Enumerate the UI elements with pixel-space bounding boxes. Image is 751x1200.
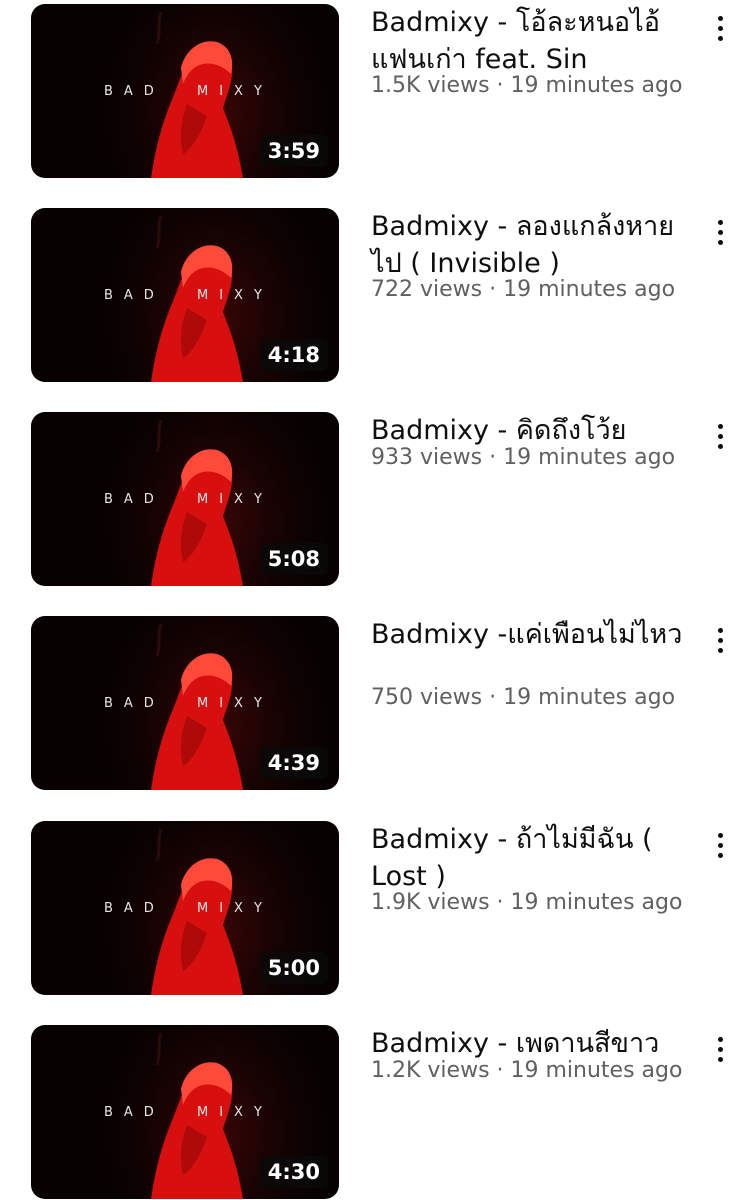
upload-age: 19 minutes ago — [503, 277, 676, 302]
meta-separator: · — [482, 685, 504, 710]
thumbnail-brand: BAD MIXY — [31, 1105, 339, 1125]
more-vert-icon[interactable] — [708, 218, 732, 248]
video-row[interactable]: BAD MIXY 4:39 Badmixy -แค่เพือนไม่ไหว 75… — [0, 616, 751, 791]
view-count: 1.5K views — [371, 73, 490, 98]
view-count: 933 views — [371, 445, 483, 470]
brand-left-text: BAD — [104, 696, 165, 711]
thumbnail-brand: BAD MIXY — [31, 901, 339, 921]
meta-separator: · — [482, 445, 504, 470]
brand-right-text: MIXY — [197, 84, 273, 99]
more-vert-icon[interactable] — [708, 14, 732, 44]
video-meta: 1.9K views · 19 minutes ago — [371, 889, 711, 917]
more-vert-icon[interactable] — [708, 626, 732, 656]
meta-separator: · — [489, 890, 511, 915]
brand-left-text: BAD — [104, 901, 165, 916]
thumbnail-brand: BAD MIXY — [31, 492, 339, 512]
video-meta: 1.5K views · 19 minutes ago — [371, 72, 711, 100]
thumbnail-brand: BAD MIXY — [31, 696, 339, 716]
video-row[interactable]: BAD MIXY 5:08 Badmixy - คิดถึงโว้ย 933 v… — [0, 412, 751, 587]
video-row[interactable]: BAD MIXY 3:59 Badmixy - โอ้ละหนอไอ้แฟนเก… — [0, 4, 751, 179]
video-list: BAD MIXY 3:59 Badmixy - โอ้ละหนอไอ้แฟนเก… — [0, 0, 751, 1200]
upload-age: 19 minutes ago — [510, 1058, 683, 1083]
duration-badge: 3:59 — [259, 135, 328, 167]
duration-badge: 4:39 — [259, 747, 328, 779]
meta-separator: · — [489, 73, 511, 98]
video-thumbnail[interactable]: BAD MIXY 5:00 — [31, 821, 339, 995]
video-row[interactable]: BAD MIXY 4:30 Badmixy - เพดานสีขาว 1.2K … — [0, 1025, 751, 1200]
video-title[interactable]: Badmixy -แค่เพือนไม่ไหว — [371, 616, 701, 653]
brand-right-text: MIXY — [197, 901, 273, 916]
upload-age: 19 minutes ago — [503, 685, 676, 710]
brand-left-text: BAD — [104, 288, 165, 303]
brand-right-text: MIXY — [197, 1105, 273, 1120]
upload-age: 19 minutes ago — [510, 73, 683, 98]
video-row[interactable]: BAD MIXY 5:00 Badmixy - ถ้าไม่มีฉัน ( Lo… — [0, 821, 751, 996]
video-title[interactable]: Badmixy - ถ้าไม่มีฉัน ( Lost ) — [371, 821, 701, 895]
video-meta: 1.2K views · 19 minutes ago — [371, 1057, 711, 1085]
upload-age: 19 minutes ago — [510, 890, 683, 915]
view-count: 750 views — [371, 685, 483, 710]
brand-right-text: MIXY — [197, 696, 273, 711]
video-thumbnail[interactable]: BAD MIXY 5:08 — [31, 412, 339, 586]
video-meta: 933 views · 19 minutes ago — [371, 444, 711, 472]
brand-left-text: BAD — [104, 84, 165, 99]
brand-left-text: BAD — [104, 1105, 165, 1120]
video-thumbnail[interactable]: BAD MIXY 3:59 — [31, 4, 339, 178]
duration-badge: 4:30 — [259, 1156, 328, 1188]
more-vert-icon[interactable] — [708, 422, 732, 452]
meta-separator: · — [482, 277, 504, 302]
duration-badge: 5:08 — [259, 543, 328, 575]
view-count: 1.9K views — [371, 890, 490, 915]
duration-badge: 4:18 — [259, 339, 328, 371]
video-thumbnail[interactable]: BAD MIXY 4:18 — [31, 208, 339, 382]
duration-badge: 5:00 — [259, 952, 328, 984]
brand-left-text: BAD — [104, 492, 165, 507]
more-vert-icon[interactable] — [708, 1035, 732, 1065]
video-row[interactable]: BAD MIXY 4:18 Badmixy - ลองแกล้งหายไป ( … — [0, 208, 751, 383]
video-meta: 722 views · 19 minutes ago — [371, 276, 711, 304]
video-title[interactable]: Badmixy - ลองแกล้งหายไป ( Invisible ) — [371, 208, 701, 282]
video-thumbnail[interactable]: BAD MIXY 4:39 — [31, 616, 339, 790]
thumbnail-brand: BAD MIXY — [31, 84, 339, 104]
more-vert-icon[interactable] — [708, 831, 732, 861]
view-count: 722 views — [371, 277, 483, 302]
video-thumbnail[interactable]: BAD MIXY 4:30 — [31, 1025, 339, 1199]
view-count: 1.2K views — [371, 1058, 490, 1083]
thumbnail-brand: BAD MIXY — [31, 288, 339, 308]
video-title[interactable]: Badmixy - โอ้ละหนอไอ้แฟนเก่า feat. Sin — [371, 4, 701, 78]
brand-right-text: MIXY — [197, 492, 273, 507]
upload-age: 19 minutes ago — [503, 445, 676, 470]
video-meta: 750 views · 19 minutes ago — [371, 684, 711, 712]
brand-right-text: MIXY — [197, 288, 273, 303]
meta-separator: · — [489, 1058, 511, 1083]
